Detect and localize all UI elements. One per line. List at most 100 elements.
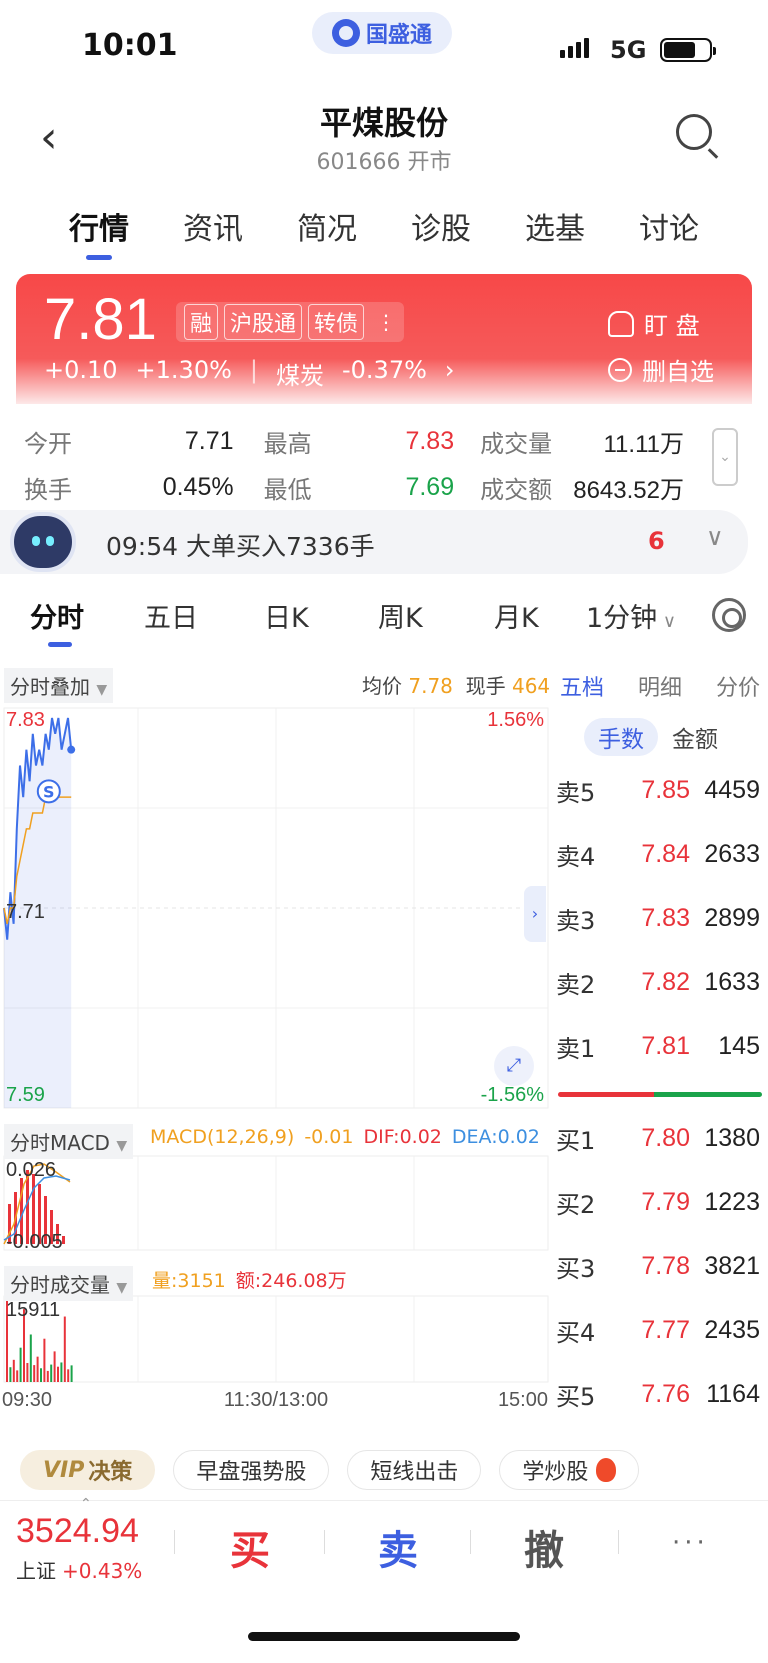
chevron-up-icon[interactable]: ⌃ [80,1496,92,1512]
search-icon[interactable] [676,114,712,150]
bid-row[interactable]: 买3 7.78 3821 [556,1246,768,1286]
index-pct: +0.43% [62,1559,143,1583]
chip-learn[interactable]: 学炒股 [499,1450,640,1490]
watch-button[interactable]: 盯 盘 [608,306,700,341]
stock-badges[interactable]: 融 沪股通 转债 ⋮ [176,302,405,342]
current-price: 7.81 [44,287,157,352]
page-title: 平煤股份 [319,104,448,142]
bid-row[interactable]: 买2 7.79 1223 [556,1182,768,1222]
ask-row[interactable]: 卖3 7.83 2899 [556,898,768,938]
chevron-right-icon[interactable]: › [445,356,455,391]
cancel-order-button[interactable]: 撤 [524,1518,564,1576]
ask-row[interactable]: 卖5 7.85 4459 [556,770,768,810]
chip-vip-decision[interactable]: VIP 决策 [20,1450,156,1490]
badge-bond: 转债 [308,304,365,340]
open-value: 7.71 [184,426,234,455]
ask-row[interactable]: 卖2 7.82 1633 [556,962,768,1002]
more-vert-icon[interactable]: ⋮ [376,310,396,334]
app-badge-label: 国盛通 [365,23,432,48]
ask-price: 7.83 [641,903,690,932]
tab-diagnosis[interactable]: 诊股 [384,204,498,254]
side-tab-price[interactable]: 分价 [716,670,760,702]
news-text[interactable]: 09:54 大单买入7336手 [106,527,375,563]
sell-button[interactable]: 卖 [378,1518,418,1576]
tab-profile[interactable]: 简况 [270,204,384,254]
chart-tab-5day[interactable]: 五日 [144,596,198,635]
chart-tab-intraday[interactable]: 分时 [30,596,84,647]
intraday-chart[interactable]: S 7.83 7.71 7.59 1.56% -1.56% 0.026 -0.0… [0,704,552,1410]
side-tab-level5[interactable]: 五档 [560,670,604,702]
overlay-selector[interactable]: 分时叠加 ▼ [4,668,114,703]
caret-down-icon: ▼ [116,1138,128,1154]
bid-volume: 1380 [704,1123,760,1152]
bid-price: 7.79 [641,1187,690,1216]
side-tab-detail[interactable]: 明细 [638,670,682,702]
gear-icon[interactable] [712,598,746,632]
ask-row[interactable]: 卖1 7.81 145 [556,1026,768,1066]
caret-down-icon: ▼ [96,682,108,698]
network-label: 5G [610,36,647,64]
ask-volume: 4459 [704,775,760,804]
bid-row[interactable]: 买5 7.76 1164 [556,1374,768,1414]
bid-volume: 2435 [704,1315,760,1344]
tab-fund[interactable]: 选基 [498,204,612,254]
bid-row[interactable]: 买4 7.77 2435 [556,1310,768,1350]
sector-pct[interactable]: -0.37% [342,356,427,391]
volume-bar [63,1316,66,1382]
fullscreen-icon[interactable]: ⤢ [494,1046,534,1086]
x-tick-noon: 11:30/13:00 [224,1389,328,1410]
buy-sell-ratio-bar [558,1092,762,1097]
chart-tab-1min[interactable]: 1分钟 ∨ [586,596,676,635]
tab-news[interactable]: 资讯 [156,204,270,254]
bid-label: 买2 [556,1190,596,1219]
bid-price: 7.80 [641,1123,690,1152]
buy-button[interactable]: 买 [230,1518,270,1576]
sector-name[interactable]: 煤炭 [276,356,324,391]
bid-label: 买5 [556,1382,596,1411]
chart-tab-monthly[interactable]: 月K [494,596,539,635]
x-tick-close: 15:00 [498,1389,548,1410]
chip-short-term[interactable]: 短线出击 [347,1450,482,1490]
chevron-down-icon[interactable]: ∨ [706,523,724,551]
hand-value: 464 [511,674,551,698]
ask-volume: 2899 [704,903,760,932]
volume-selector[interactable]: 分时成交量 ▼ [4,1266,134,1301]
ask-price: 7.81 [641,1031,690,1060]
macd-value: -0.01 [304,1126,354,1148]
remove-favorite-button[interactable]: 删自选 [608,352,714,387]
stats-row-2: 换手 0.45% 最低 7.69 成交额 8643.52万 [24,464,684,510]
side-tabs: 五档 明细 分价 [560,670,768,702]
collapse-side-icon[interactable]: › [524,886,546,942]
ask-label: 卖4 [556,842,596,871]
ask-row[interactable]: 卖4 7.84 2633 [556,834,768,874]
volume-bar [46,1370,49,1382]
chart-tab-daily[interactable]: 日K [264,596,309,635]
index-value[interactable]: 3524.94 [16,1512,139,1551]
chip-morning-strong[interactable]: 早盘强势股 [173,1450,330,1490]
chart-tab-weekly[interactable]: 周K [378,596,423,635]
volume-bar [40,1368,42,1382]
watch-label: 盯 盘 [644,312,700,340]
volume-info: 量:3151 额:246.08万 [152,1266,347,1293]
tab-discussion[interactable]: 讨论 [612,204,726,254]
app-badge[interactable]: 国盛通 [312,12,452,54]
tab-quote[interactable]: 行情 [42,204,156,260]
amount-value: 额:246.08万 [235,1270,347,1292]
volume-label: 分时成交量 [10,1273,110,1297]
volume-bar [43,1338,46,1382]
stock-code-status: 601666 开市 [316,150,452,175]
fire-icon [596,1458,617,1482]
more-icon[interactable]: ··· [672,1528,709,1558]
seg-lots[interactable]: 手数 [584,718,658,756]
index-name[interactable]: 上证 +0.43% [16,1555,142,1584]
expand-stats-icon[interactable]: ⌄ [712,428,738,486]
seg-amount[interactable]: 金额 [658,718,732,756]
price-change: +0.10 [44,356,118,384]
volume-bar [60,1362,63,1382]
stats-row-1: 今开 7.71 最高 7.83 成交量 11.11万 [24,418,684,464]
battery-icon [660,38,716,62]
volume-bar [50,1364,53,1382]
bid-row[interactable]: 买1 7.80 1380 [556,1118,768,1158]
robot-avatar-icon [10,512,76,572]
macd-selector[interactable]: 分时MACD ▼ [4,1124,134,1159]
